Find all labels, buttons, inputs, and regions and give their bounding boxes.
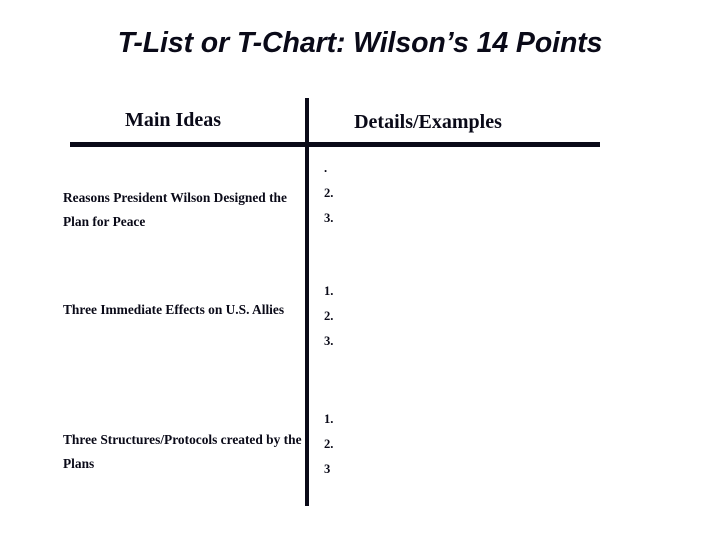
main-idea-text: Three Immediate Effects on U.S. Allies bbox=[63, 302, 285, 317]
detail-list: 1. 2. 3. bbox=[324, 285, 484, 360]
detail-item: 1. bbox=[324, 412, 334, 426]
detail-item: 3 bbox=[324, 462, 331, 476]
page-title: T-List or T-Chart: Wilson’s 14 Points bbox=[117, 27, 603, 59]
column-header-details-examples: Details/Examples bbox=[354, 111, 502, 133]
detail-item: 2. bbox=[324, 309, 334, 323]
slide-canvas: T-List or T-Chart: Wilson’s 14 Points Ma… bbox=[0, 0, 720, 540]
detail-list: 1. 2. 3 bbox=[324, 413, 484, 488]
detail-item: 2. bbox=[324, 437, 334, 451]
main-idea-text: Reasons President Wilson Designed the Pl… bbox=[63, 190, 287, 229]
main-idea-text: Three Structures/Protocols created by th… bbox=[63, 432, 302, 471]
column-header-main-ideas: Main Ideas bbox=[124, 109, 222, 131]
detail-item: 2. bbox=[324, 186, 334, 200]
detail-list: . 2. 3. bbox=[324, 162, 484, 237]
detail-item: . bbox=[324, 161, 328, 175]
horizontal-divider bbox=[70, 142, 600, 147]
detail-item: 1. bbox=[324, 284, 334, 298]
detail-item: 3. bbox=[324, 211, 334, 225]
detail-item: 3. bbox=[324, 334, 334, 348]
